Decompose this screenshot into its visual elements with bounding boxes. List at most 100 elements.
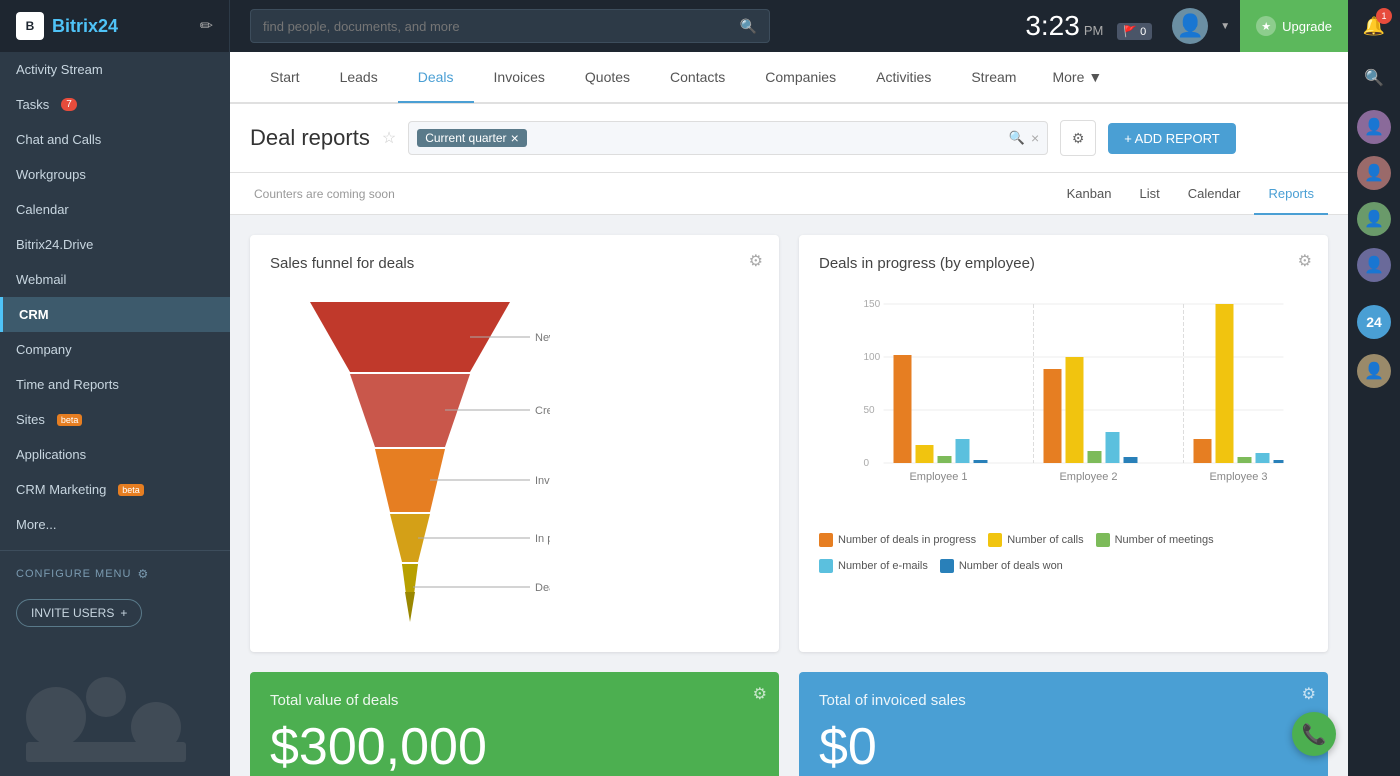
- add-report-button[interactable]: + ADD REPORT: [1108, 123, 1235, 154]
- filter-clear-icon[interactable]: ×: [1031, 130, 1039, 146]
- tab-invoices[interactable]: Invoices: [474, 53, 565, 103]
- sub-tab-reports[interactable]: Reports: [1254, 174, 1328, 215]
- bar-settings-icon[interactable]: ⚙: [1298, 251, 1312, 271]
- total-invoiced-card: Total of invoiced sales ⚙ $0: [799, 672, 1328, 776]
- sidebar-item-sites[interactable]: Sites beta: [0, 402, 230, 437]
- tab-activities[interactable]: Activities: [856, 53, 951, 103]
- legend-color-emails: [819, 559, 833, 573]
- sidebar-label: Sites: [16, 412, 45, 427]
- search-bar[interactable]: 🔍: [250, 9, 770, 43]
- right-panel-avatar3[interactable]: 👤: [1348, 196, 1400, 242]
- logo[interactable]: B Bitrix24 ✏: [0, 0, 230, 52]
- favorite-star-icon[interactable]: ☆: [382, 128, 396, 148]
- funnel-chart-title: Sales funnel for deals: [270, 255, 759, 272]
- sidebar-item-company[interactable]: Company: [0, 332, 230, 367]
- svg-text:50: 50: [864, 405, 876, 416]
- sidebar-item-more[interactable]: More...: [0, 507, 230, 542]
- sidebar-item-tasks[interactable]: Tasks 7: [0, 87, 230, 122]
- edit-icon[interactable]: ✏: [200, 16, 213, 36]
- sub-tab-kanban[interactable]: Kanban: [1053, 174, 1126, 215]
- total-invoiced-settings-icon[interactable]: ⚙: [1302, 684, 1316, 704]
- svg-text:100: 100: [864, 352, 881, 363]
- legend-color-won: [940, 559, 954, 573]
- sidebar-label: Workgroups: [16, 167, 86, 182]
- invite-users-button[interactable]: INVITE USERS +: [16, 599, 142, 627]
- funnel-settings-icon[interactable]: ⚙: [749, 251, 763, 271]
- search-icon: 🔍: [740, 18, 757, 35]
- total-invoiced-amount: $0: [819, 717, 1308, 776]
- sidebar-item-bitrix24drive[interactable]: Bitrix24.Drive: [0, 227, 230, 262]
- avatar-dropdown[interactable]: ▼: [1220, 21, 1230, 32]
- phone-fab[interactable]: 📞: [1292, 712, 1336, 756]
- sub-tab-list[interactable]: List: [1125, 174, 1173, 215]
- sidebar-item-crm[interactable]: CRM: [0, 297, 230, 332]
- flag-badge: 🚩 0: [1117, 23, 1152, 40]
- right-panel-notifications[interactable]: 🔔 1: [1348, 0, 1400, 52]
- legend-calls: Number of calls: [988, 533, 1083, 547]
- svg-text:Invoice: 35: Invoice: 35: [535, 475, 550, 487]
- sidebar-item-activity-stream[interactable]: Activity Stream: [0, 52, 230, 87]
- sidebar-item-chat-and-calls[interactable]: Chat and Calls: [0, 122, 230, 157]
- sidebar-item-calendar[interactable]: Calendar: [0, 192, 230, 227]
- configure-label: CONFIGURE MENU: [16, 568, 131, 580]
- sub-tab-calendar[interactable]: Calendar: [1174, 174, 1255, 215]
- charts-area: Sales funnel for deals ⚙: [230, 215, 1348, 672]
- svg-text:New: 65: New: 65: [535, 332, 550, 344]
- topbar-right: 👤 ▼: [1172, 8, 1230, 44]
- total-value-settings-icon[interactable]: ⚙: [753, 684, 767, 704]
- filter-search-icon[interactable]: 🔍: [1009, 130, 1025, 146]
- contact-avatar-4: 👤: [1357, 248, 1391, 282]
- svg-text:Employee 2: Employee 2: [1059, 471, 1117, 483]
- contact-avatar-2: 👤: [1357, 156, 1391, 190]
- sidebar-label: CRM: [19, 307, 49, 322]
- filter-tag-close[interactable]: ×: [511, 131, 519, 145]
- crm-marketing-beta-badge: beta: [118, 484, 144, 496]
- total-value-title: Total value of deals: [270, 692, 759, 709]
- right-panel-avatar1[interactable]: 👤: [1348, 104, 1400, 150]
- clock: 3:23 PM 🚩 0: [1025, 10, 1152, 42]
- sidebar-label: Time and Reports: [16, 377, 119, 392]
- logo-icon: B: [16, 12, 44, 40]
- filter-bar[interactable]: Current quarter × 🔍 ×: [408, 121, 1048, 155]
- user-avatar[interactable]: 👤: [1172, 8, 1208, 44]
- svg-text:Deal won: 5: Deal won: 5: [535, 582, 550, 594]
- legend-color-calls: [988, 533, 1002, 547]
- sidebar: Activity Stream Tasks 7 Chat and Calls W…: [0, 52, 230, 776]
- tab-deals[interactable]: Deals: [398, 53, 474, 103]
- sidebar-label: Tasks: [16, 97, 49, 112]
- magnifier-icon: 🔍: [1364, 68, 1384, 88]
- upgrade-button[interactable]: ★ Upgrade: [1240, 0, 1348, 52]
- tab-leads[interactable]: Leads: [320, 53, 398, 103]
- tab-companies[interactable]: Companies: [745, 53, 856, 103]
- tab-start[interactable]: Start: [250, 53, 320, 103]
- sidebar-item-time-and-reports[interactable]: Time and Reports: [0, 367, 230, 402]
- sidebar-item-workgroups[interactable]: Workgroups: [0, 157, 230, 192]
- counters-text: Counters are coming soon: [250, 187, 1053, 201]
- configure-menu[interactable]: CONFIGURE MENU ⚙: [0, 559, 230, 589]
- right-panel-avatar4[interactable]: 👤: [1348, 242, 1400, 288]
- right-panel-avatar5[interactable]: 👤: [1348, 348, 1400, 394]
- sidebar-label: CRM Marketing: [16, 482, 106, 497]
- plus-icon: +: [120, 606, 127, 620]
- total-invoiced-title: Total of invoiced sales: [819, 692, 1308, 709]
- settings-icon: ⚙: [1072, 130, 1085, 147]
- funnel-container: New: 65 Create papers: 50 Invoice: 35 In…: [270, 292, 759, 632]
- legend-deals-won: Number of deals won: [940, 559, 1063, 573]
- report-settings-button[interactable]: ⚙: [1060, 120, 1096, 156]
- tab-quotes[interactable]: Quotes: [565, 53, 650, 103]
- sidebar-item-applications[interactable]: Applications: [0, 437, 230, 472]
- right-panel-search[interactable]: 🔍: [1348, 52, 1400, 104]
- tab-more[interactable]: More ▼: [1036, 53, 1118, 101]
- bottom-cards: Total value of deals ⚙ $300,000 Total of…: [230, 672, 1348, 776]
- svg-text:150: 150: [864, 299, 881, 310]
- tab-stream[interactable]: Stream: [951, 53, 1036, 103]
- right-panel-counter[interactable]: 24: [1348, 296, 1400, 348]
- tab-contacts[interactable]: Contacts: [650, 53, 745, 103]
- svg-text:In progress: 20: In progress: 20: [535, 533, 550, 545]
- search-input[interactable]: [263, 19, 740, 34]
- sidebar-item-webmail[interactable]: Webmail: [0, 262, 230, 297]
- right-panel-avatar2[interactable]: 👤: [1348, 150, 1400, 196]
- legend-deals-in-progress: Number of deals in progress: [819, 533, 976, 547]
- right-panel: 🔔 1 🔍 👤 👤 👤 👤 24 👤: [1348, 0, 1400, 776]
- sidebar-item-crm-marketing[interactable]: CRM Marketing beta: [0, 472, 230, 507]
